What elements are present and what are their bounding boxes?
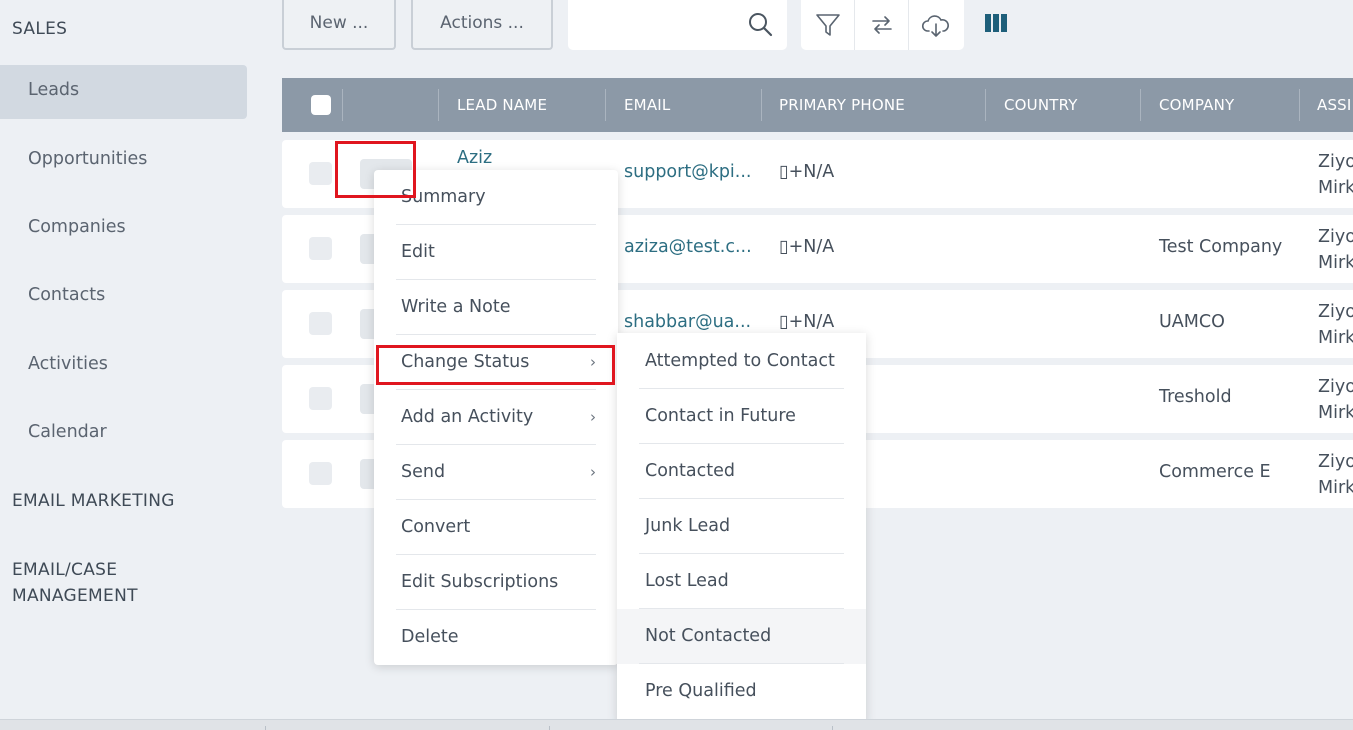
email-case-line-1: EMAIL/CASE: [12, 560, 118, 580]
send-label: Send: [401, 462, 446, 482]
filter-icon: [815, 14, 840, 36]
toolbar-icon-group: [801, 0, 964, 50]
status-not-contacted[interactable]: Not Contacted: [617, 609, 866, 664]
status-junk-lead[interactable]: Junk Lead: [617, 499, 866, 554]
email-link[interactable]: shabbar@ua...: [624, 312, 751, 332]
add-activity-label: Add an Activity: [401, 407, 534, 427]
company-cell: Test Company: [1159, 237, 1283, 257]
row-checkbox[interactable]: [309, 462, 332, 485]
sales-section-header[interactable]: SALES: [12, 16, 67, 42]
assigned-cell: Ziyo Mirk: [1318, 224, 1353, 276]
assigned-line-2: Mirk: [1318, 403, 1353, 423]
email-case-line-2: MANAGEMENT: [12, 586, 138, 606]
swap-arrows-icon: [871, 16, 892, 34]
assigned-line-1: Ziyo: [1318, 152, 1353, 172]
change-status-submenu: Attempted to Contact Contact in Future C…: [617, 333, 866, 723]
email-link[interactable]: aziza@test.c...: [624, 237, 752, 257]
company-cell: Treshold: [1159, 387, 1232, 407]
phone-cell: ▯+N/A: [779, 237, 835, 257]
sidebar-item-calendar[interactable]: Calendar: [28, 422, 107, 442]
company-cell: Commerce E: [1159, 462, 1271, 482]
actions-button[interactable]: Actions ...: [411, 0, 553, 50]
header-company[interactable]: COMPANY: [1159, 78, 1234, 132]
status-contacted[interactable]: Contacted: [617, 444, 866, 499]
assigned-line-2: Mirk: [1318, 253, 1353, 273]
email-link[interactable]: support@kpi...: [624, 162, 751, 182]
header-divider: [985, 89, 986, 121]
menu-item-write-note[interactable]: Write a Note: [374, 280, 618, 335]
status-attempted-to-contact[interactable]: Attempted to Contact: [617, 334, 866, 389]
header-divider: [1299, 89, 1300, 121]
sidebar: SALES Leads Opportunities Companies Cont…: [0, 0, 260, 730]
header-divider: [342, 89, 343, 121]
assigned-line-2: Mirk: [1318, 328, 1353, 348]
bottom-scrollbar[interactable]: [0, 719, 1353, 730]
row-checkbox[interactable]: [309, 162, 332, 185]
row-context-menu: Summary Edit Write a Note Change Status …: [374, 170, 618, 665]
assigned-line-1: Ziyo: [1318, 302, 1353, 322]
header-lead-name[interactable]: LEAD NAME: [457, 78, 547, 132]
filter-button[interactable]: [801, 0, 855, 50]
header-divider: [438, 89, 439, 121]
sidebar-item-opportunities[interactable]: Opportunities: [28, 149, 147, 169]
assigned-cell: Ziyo Mirk: [1318, 374, 1353, 426]
switch-view-button[interactable]: [855, 0, 909, 50]
phone-cell: ▯+N/A: [779, 162, 835, 182]
menu-item-edit[interactable]: Edit: [374, 225, 618, 280]
new-button[interactable]: New ...: [282, 0, 396, 50]
chevron-right-icon: ›: [590, 408, 596, 426]
download-button[interactable]: [909, 0, 963, 50]
sidebar-item-companies[interactable]: Companies: [28, 217, 126, 237]
columns-icon[interactable]: [984, 12, 1008, 34]
status-lost-lead[interactable]: Lost Lead: [617, 554, 866, 609]
header-assigned[interactable]: ASSI: [1317, 78, 1352, 132]
search-input[interactable]: [578, 10, 738, 40]
search-icon[interactable]: [747, 11, 773, 37]
sidebar-item-leads[interactable]: Leads: [28, 80, 79, 100]
table-header: LEAD NAME EMAIL PRIMARY PHONE COUNTRY CO…: [282, 78, 1353, 132]
assigned-line-1: Ziyo: [1318, 227, 1353, 247]
email-case-section-header[interactable]: EMAIL/CASE MANAGEMENT: [12, 557, 138, 609]
email-marketing-section-header[interactable]: EMAIL MARKETING: [12, 488, 175, 514]
status-contact-in-future[interactable]: Contact in Future: [617, 389, 866, 444]
header-email[interactable]: EMAIL: [624, 78, 670, 132]
assigned-line-1: Ziyo: [1318, 377, 1353, 397]
assigned-cell: Ziyo Mirk: [1318, 149, 1353, 201]
menu-item-send[interactable]: Send ›: [374, 445, 618, 500]
search-box[interactable]: [568, 0, 787, 50]
header-primary-phone[interactable]: PRIMARY PHONE: [779, 78, 905, 132]
assigned-line-1: Ziyo: [1318, 452, 1353, 472]
menu-item-edit-subscriptions[interactable]: Edit Subscriptions: [374, 555, 618, 610]
status-pre-qualified[interactable]: Pre Qualified: [617, 664, 866, 719]
assigned-line-2: Mirk: [1318, 478, 1353, 498]
phone-cell: ▯+N/A: [779, 312, 835, 332]
menu-item-add-activity[interactable]: Add an Activity ›: [374, 390, 618, 445]
header-divider: [1140, 89, 1141, 121]
assigned-cell: Ziyo Mirk: [1318, 299, 1353, 351]
header-country[interactable]: COUNTRY: [1004, 78, 1078, 132]
assigned-line-2: Mirk: [1318, 178, 1353, 198]
header-divider: [761, 89, 762, 121]
sidebar-item-contacts[interactable]: Contacts: [28, 285, 105, 305]
row-checkbox[interactable]: [309, 387, 332, 410]
sidebar-item-activities[interactable]: Activities: [28, 354, 108, 374]
row-checkbox[interactable]: [309, 237, 332, 260]
row-actions-highlight: [335, 141, 416, 198]
cloud-download-icon: [921, 15, 949, 37]
select-all-checkbox[interactable]: [311, 95, 331, 115]
menu-item-convert[interactable]: Convert: [374, 500, 618, 555]
assigned-cell: Ziyo Mirk: [1318, 449, 1353, 501]
lead-name-link[interactable]: Aziz: [457, 148, 492, 168]
menu-item-delete[interactable]: Delete: [374, 610, 618, 665]
chevron-right-icon: ›: [590, 463, 596, 481]
header-divider: [605, 89, 606, 121]
row-checkbox[interactable]: [309, 312, 332, 335]
change-status-highlight: [376, 345, 615, 385]
company-cell: UAMCO: [1159, 312, 1225, 332]
